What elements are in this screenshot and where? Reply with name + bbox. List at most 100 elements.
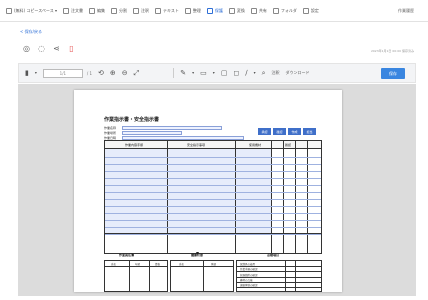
menu-item-icon (63, 7, 69, 14)
table-row (105, 192, 321, 193)
chevron-down-icon[interactable]: ▾ (35, 68, 37, 78)
menu-item-label: (無料) コピースペース ▾ (14, 7, 57, 13)
menu-item-icon (6, 7, 12, 14)
menu-item-icon (111, 7, 117, 14)
menu-item[interactable]: 編集 (89, 4, 105, 18)
trash-icon[interactable]: ▯ (67, 44, 76, 53)
table-row (105, 185, 321, 186)
eye-icon[interactable]: ◎ (22, 44, 31, 53)
menu-item[interactable]: 分割 (111, 4, 127, 18)
page-input[interactable]: 1/1 (42, 68, 83, 78)
line-icon[interactable]: ∕ (245, 68, 247, 78)
document-page: 作業指示書・安全指示書 作業名称 作業場所 作業日時 承認 確認 作成 担当 作… (74, 90, 342, 292)
table-row (105, 199, 321, 200)
zoom-in-icon[interactable]: ⊕ (110, 68, 116, 78)
action-icons: ◎ ◌ ⋖ ▯ (22, 44, 82, 53)
menu-item-label: テキスト (163, 7, 179, 13)
menu-item-label: 注文書 (71, 7, 83, 13)
table-header-cell: 作業内容手順 (125, 143, 144, 147)
toolbar-divider (173, 68, 175, 78)
table-header-cell: 氏名 (179, 263, 185, 266)
create-button[interactable]: 作成 (288, 128, 301, 135)
menu-item-label: フォルダ (280, 7, 297, 13)
menu-item-icon (302, 7, 309, 14)
check-item: 保護具の着用 (240, 263, 256, 266)
fit-icon[interactable]: ⤢ (134, 68, 140, 78)
menu-item-label: 分割 (119, 7, 127, 13)
worker-roster-table: 作業員名簿 氏名 年齢 資格 (104, 253, 168, 292)
menu-item-label: 共有 (258, 7, 267, 13)
table-column-line (149, 261, 150, 291)
page-total: / 1 (86, 70, 93, 76)
zoom-out-icon[interactable]: ⊖ (122, 68, 128, 78)
menu-item-label: 注釈 (141, 7, 149, 13)
table-header-cell: 年齢 (135, 263, 141, 266)
menu-item[interactable]: 保護 (206, 4, 223, 18)
approve-button[interactable]: 承認 (258, 128, 271, 135)
pen-icon[interactable]: ✎ (180, 68, 186, 78)
instruction-table: 作業内容手順 安全指示事項 使用機材 確認 (104, 140, 322, 254)
check-item: 機材の点検 (240, 278, 253, 282)
menu-item-icon (206, 7, 213, 14)
section-label: 作業員名簿 (119, 253, 135, 257)
meta-field (122, 126, 222, 130)
sidebar-toggle-icon[interactable]: ▮ (25, 68, 29, 78)
confirm-button[interactable]: 確認 (273, 128, 286, 135)
chevron-down-icon[interactable]: ▾ (213, 68, 215, 78)
menu-item-icon (272, 7, 279, 14)
table-header-cell: 確認 (285, 143, 292, 147)
menu-item-icon (155, 7, 161, 14)
app-window: (無料) コピースペース ▾ 注文書 編集 分割 注釈 テキスト 整理 保護 変換 共有 フォルダ設… (0, 0, 428, 300)
rotate-icon[interactable]: ⟲ (98, 68, 104, 78)
document-viewer[interactable]: 作業指示書・安全指示書 作業名称 作業場所 作業日時 承認 確認 作成 担当 作… (18, 84, 416, 296)
menu-item[interactable]: 注釈 (133, 4, 149, 18)
menu-item[interactable]: 共有 (250, 4, 267, 18)
table-footer (105, 233, 321, 253)
menu-item[interactable]: 設定 (302, 4, 319, 18)
save-timestamp: 2023年1月1日 00:00 保存済み (370, 49, 414, 53)
chevron-down-icon[interactable]: ▾ (192, 68, 194, 78)
history-link[interactable]: 作業履歴 (398, 8, 414, 14)
table-row-line (105, 266, 167, 267)
comment-icon[interactable]: ◌ (37, 44, 46, 53)
download-button[interactable]: ダウンロード (286, 70, 310, 76)
table-row (105, 227, 321, 228)
assign-button[interactable]: 担当 (303, 128, 316, 135)
table-column-line (129, 261, 130, 291)
menu-item[interactable]: テキスト (155, 4, 179, 18)
document-title: 作業指示書・安全指示書 (104, 117, 160, 123)
menu-item-icon (184, 7, 191, 14)
check-item: 作業手順の確認 (240, 268, 258, 272)
health-status-table: 健康状態 氏名 体調 (170, 253, 234, 292)
menu-item[interactable]: 注文書 (63, 4, 83, 18)
comment-box-icon[interactable]: ▢ (221, 68, 228, 78)
menu-item[interactable]: フォルダ (272, 4, 297, 18)
top-menubar: (無料) コピースペース ▾ 注文書 編集 分割 注釈 テキスト 整理 保護 変換 共有 フォルダ 設… (0, 0, 428, 22)
table-row (105, 220, 321, 221)
table-row (105, 157, 321, 158)
table-row (105, 171, 321, 172)
menu-item-label: 保護 (214, 7, 223, 13)
chevron-down-icon[interactable]: ▾ (254, 68, 256, 78)
share-icon[interactable]: ⋖ (52, 44, 61, 53)
breadcrumb[interactable]: < 保存/戻る (20, 29, 42, 35)
menu-item[interactable]: 整理 (184, 4, 201, 18)
menu-item[interactable]: 変換 (228, 4, 245, 18)
table-header-cell: 安全指示事項 (187, 143, 206, 147)
menu-item-label: 編集 (97, 7, 105, 13)
table-row (105, 213, 321, 214)
search-icon[interactable]: ⌕ (262, 68, 266, 78)
menu-item[interactable]: (無料) コピースペース ▾ (6, 4, 57, 18)
meta-label: 作業名称 (104, 126, 117, 130)
save-button[interactable]: 保存 (381, 68, 405, 79)
inspection-table: 点検項目 保護具の着用 作業手順の確認 危険箇所の確認 機材の点検 連絡体制の確認 (236, 253, 322, 292)
menu-item-label: 設定 (310, 7, 319, 13)
menu-item-icon (133, 7, 139, 14)
table-header-cell: 体調 (211, 263, 217, 266)
stamp-button[interactable]: 注釈 (272, 70, 280, 76)
highlight-icon[interactable]: ▭ (200, 68, 207, 78)
frame-icon[interactable]: ◻ (233, 68, 239, 78)
table-header-cell: 使用機材 (249, 143, 262, 147)
viewer-toolbar: ▮ ▾ 1/1 / 1 ⟲ ⊕ ⊖ ⤢ ✎ ▾ ▭ ▾ ▢ ◻ ∕ ▾ ⌕ 注釈… (18, 63, 416, 83)
section-label: 点検項目 (267, 253, 280, 257)
